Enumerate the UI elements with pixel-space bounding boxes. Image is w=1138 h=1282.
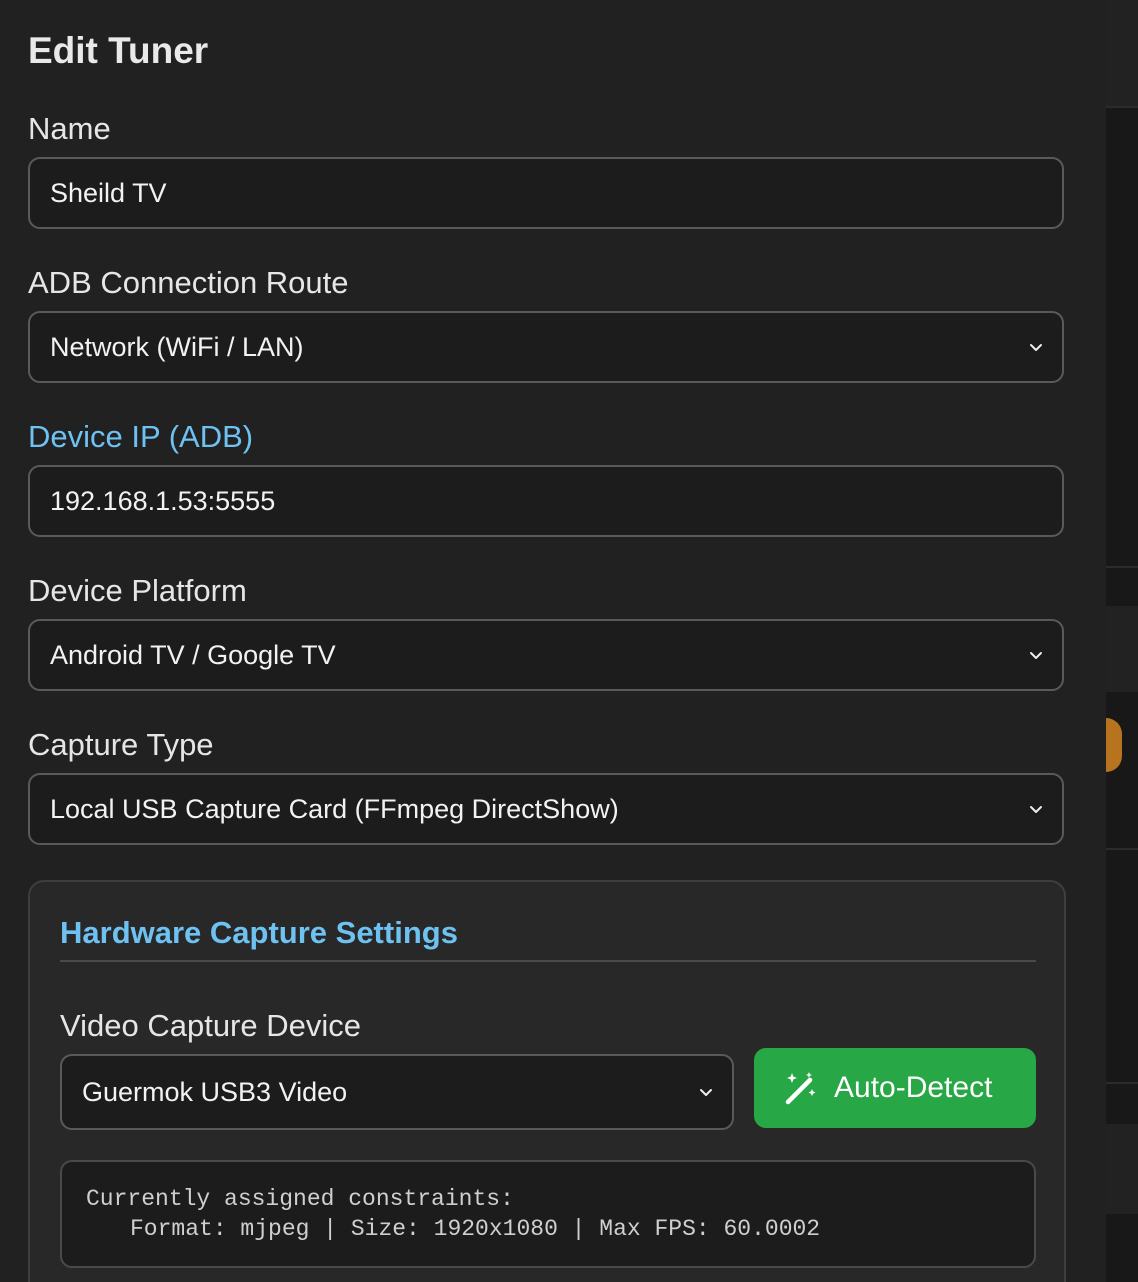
- adb-route-select[interactable]: Network (WiFi / LAN): [28, 311, 1064, 383]
- chevron-down-icon: [1030, 806, 1042, 813]
- edit-tuner-modal: Edit Tuner Name Sheild TV ADB Connection…: [0, 0, 1106, 1282]
- chevron-down-icon: [1030, 344, 1042, 351]
- auto-detect-button[interactable]: Auto-Detect: [754, 1048, 1036, 1128]
- constraints-box: Currently assigned constraints: Format: …: [60, 1160, 1036, 1268]
- device-ip-label: Device IP (ADB): [28, 419, 254, 454]
- hardware-panel-title: Hardware Capture Settings: [60, 915, 458, 950]
- adb-route-value: Network (WiFi / LAN): [50, 332, 304, 362]
- capture-type-value: Local USB Capture Card (FFmpeg DirectSho…: [50, 794, 619, 824]
- device-ip-value: 192.168.1.53:5555: [50, 486, 276, 516]
- device-ip-input[interactable]: 192.168.1.53:5555: [28, 465, 1064, 537]
- background-status-pill: [1106, 718, 1122, 772]
- constraints-heading: Currently assigned constraints:: [86, 1186, 514, 1212]
- platform-select[interactable]: Android TV / Google TV: [28, 619, 1064, 691]
- name-input-value: Sheild TV: [50, 178, 167, 208]
- auto-detect-label: Auto-Detect: [834, 1071, 993, 1104]
- magic-wand-icon: [785, 1072, 816, 1105]
- modal-title: Edit Tuner: [28, 30, 209, 71]
- name-input[interactable]: Sheild TV: [28, 157, 1064, 229]
- platform-value: Android TV / Google TV: [50, 640, 336, 670]
- name-label: Name: [28, 111, 111, 146]
- hardware-capture-panel: Hardware Capture Settings Video Capture …: [28, 880, 1066, 1282]
- video-device-select[interactable]: Guermok USB3 Video: [60, 1054, 734, 1130]
- panel-divider: [60, 960, 1036, 962]
- platform-label: Device Platform: [28, 573, 247, 608]
- chevron-down-icon: [700, 1089, 712, 1096]
- adb-route-label: ADB Connection Route: [28, 265, 349, 300]
- background-app-strip: [1106, 0, 1138, 1282]
- video-device-value: Guermok USB3 Video: [82, 1077, 348, 1107]
- chevron-down-icon: [1030, 652, 1042, 659]
- capture-type-label: Capture Type: [28, 727, 214, 762]
- constraints-detail: Format: mjpeg | Size: 1920x1080 | Max FP…: [130, 1216, 821, 1242]
- capture-type-select[interactable]: Local USB Capture Card (FFmpeg DirectSho…: [28, 773, 1064, 845]
- video-device-label: Video Capture Device: [60, 1008, 361, 1043]
- page: Edit Tuner Name Sheild TV ADB Connection…: [0, 0, 1138, 1282]
